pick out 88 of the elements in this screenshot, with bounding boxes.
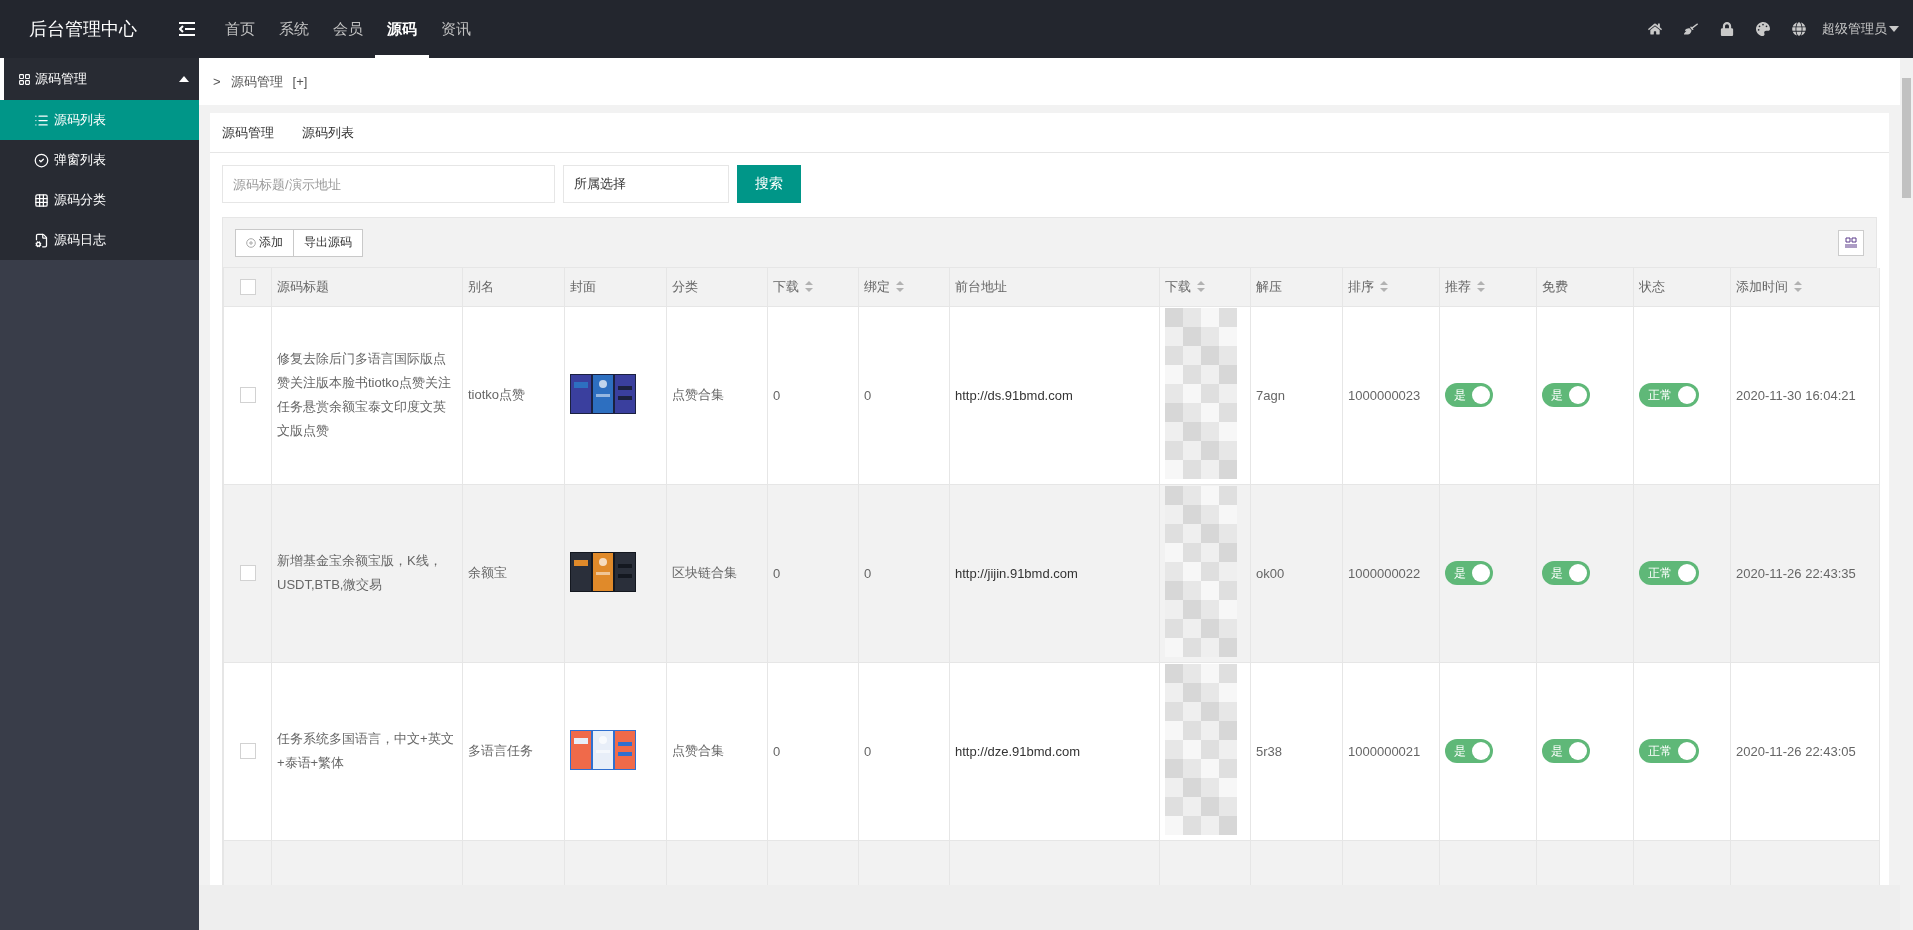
column-header: 前台地址 xyxy=(949,268,1160,306)
column-header[interactable]: 下载 xyxy=(1159,268,1251,306)
menu-icon[interactable] xyxy=(179,22,195,36)
table-cell: 0 xyxy=(858,306,950,484)
table-cell: 2020-11-26 22:43:05 xyxy=(1730,662,1880,840)
url-text: http://dze.91bmd.com xyxy=(955,743,1080,759)
sort-icon[interactable] xyxy=(1794,281,1802,293)
table-cell: 任务系统多国语言，中文+英文+泰语+繁体 xyxy=(271,662,463,840)
sort-icon[interactable] xyxy=(1477,281,1485,293)
row-checkbox[interactable] xyxy=(239,387,256,403)
caret-icon[interactable] xyxy=(1889,26,1899,32)
table-cell: 1000000021 xyxy=(1342,662,1440,840)
column-header: 解压 xyxy=(1250,268,1343,306)
scrollbar[interactable] xyxy=(1900,58,1913,930)
table-cell: tiotko点赞 xyxy=(462,306,565,484)
url-text: http://jijin.91bmd.com xyxy=(955,565,1078,581)
file-gear-icon xyxy=(34,232,49,248)
list-icon xyxy=(34,112,49,128)
column-header[interactable]: 下载 xyxy=(767,268,859,306)
breadcrumb-tab[interactable]: 源码列表 xyxy=(302,123,354,142)
table-cell: 新增基金宝余额宝版，K线，USDT,BTB,微交易 xyxy=(271,484,463,662)
column-header: 状态 xyxy=(1633,268,1731,306)
column-header[interactable]: 添加时间 xyxy=(1730,268,1880,306)
column-header[interactable]: 排序 xyxy=(1342,268,1440,306)
breadcrumb-tab[interactable]: 源码管理 xyxy=(222,123,274,142)
table-cell: 点赞合集 xyxy=(666,662,768,840)
broom-icon[interactable] xyxy=(1684,22,1698,36)
expand-link[interactable]: [+] xyxy=(292,74,308,89)
table-cell: 0 xyxy=(767,662,859,840)
sort-icon[interactable] xyxy=(805,281,813,293)
check-circle-icon xyxy=(34,152,49,168)
export-button[interactable]: 导出源码 xyxy=(294,228,363,257)
search-field[interactable]: 源码标题/演示地址 xyxy=(222,165,555,203)
row-checkbox[interactable] xyxy=(239,565,256,581)
breadcrumb-label: 源码管理 xyxy=(230,72,283,91)
grid-icon xyxy=(18,72,31,86)
table-cell: 2020-11-30 16:04:21 xyxy=(1730,306,1880,484)
columns-icon[interactable] xyxy=(1845,236,1857,249)
sidebar-item[interactable]: 源码分类 xyxy=(0,180,199,220)
palette-icon[interactable] xyxy=(1756,22,1770,36)
table-cell: 点赞合集 xyxy=(666,306,768,484)
table-cell: 5r38 xyxy=(1250,662,1343,840)
add-button[interactable]: 添加 xyxy=(235,228,294,257)
table-cell: 1000000022 xyxy=(1342,484,1440,662)
category-select[interactable]: 所属选择 xyxy=(563,165,729,203)
globe-icon[interactable] xyxy=(1792,22,1806,36)
column-header: 别名 xyxy=(462,268,565,306)
nav-tab[interactable]: 资讯 xyxy=(429,0,483,58)
caret-icon[interactable] xyxy=(179,76,189,82)
home-icon[interactable] xyxy=(1648,22,1662,36)
nav-tab[interactable]: 首页 xyxy=(213,0,267,58)
table-cell: 7agn xyxy=(1250,306,1343,484)
sidebar-item[interactable]: 源码列表 xyxy=(0,100,199,140)
breadcrumb-arrow: > xyxy=(213,74,221,89)
app-title: 后台管理中心 xyxy=(27,18,138,41)
row-checkbox[interactable] xyxy=(239,743,256,759)
lock-icon[interactable] xyxy=(1720,22,1734,36)
table-cell: 0 xyxy=(858,484,950,662)
nav-tab[interactable]: 会员 xyxy=(321,0,375,58)
columns-button[interactable] xyxy=(1838,229,1864,256)
table-cell: 区块链合集 xyxy=(666,484,768,662)
column-header: 分类 xyxy=(666,268,768,306)
sort-icon[interactable] xyxy=(1380,281,1388,293)
column-header: 封面 xyxy=(564,268,667,306)
nav-tab[interactable]: 系统 xyxy=(267,0,321,58)
plus-circle-icon xyxy=(246,237,256,248)
column-header[interactable]: 推荐 xyxy=(1439,268,1537,306)
column-header: 免费 xyxy=(1536,268,1634,306)
table-cell: 0 xyxy=(767,484,859,662)
sort-icon[interactable] xyxy=(1197,281,1205,293)
grid-icon xyxy=(34,192,49,208)
url-text: http://ds.91bmd.com xyxy=(955,387,1073,403)
table-cell: 0 xyxy=(858,662,950,840)
table-cell: ok00 xyxy=(1250,484,1343,662)
table-cell: 2020-11-26 22:43:35 xyxy=(1730,484,1880,662)
table-cell: 0 xyxy=(767,306,859,484)
column-header[interactable]: 绑定 xyxy=(858,268,950,306)
table-cell: 多语言任务 xyxy=(462,662,565,840)
select-all-checkbox[interactable] xyxy=(239,278,256,295)
table-cell: 修复去除后门多语言国际版点赞关注版本脸书tiotko点赞关注任务悬赏余额宝泰文印度文英文版点赞 xyxy=(271,306,463,484)
table-cell: 余额宝 xyxy=(462,484,565,662)
column-header: 源码标题 xyxy=(271,268,463,306)
sort-icon[interactable] xyxy=(896,281,904,293)
sidebar-item[interactable]: 源码日志 xyxy=(0,220,199,260)
table-cell: 1000000023 xyxy=(1342,306,1440,484)
sidebar-item[interactable]: 弹窗列表 xyxy=(0,140,199,180)
search-button[interactable]: 搜索 xyxy=(737,165,801,203)
user-menu[interactable]: 超级管理员 xyxy=(1822,20,1899,38)
